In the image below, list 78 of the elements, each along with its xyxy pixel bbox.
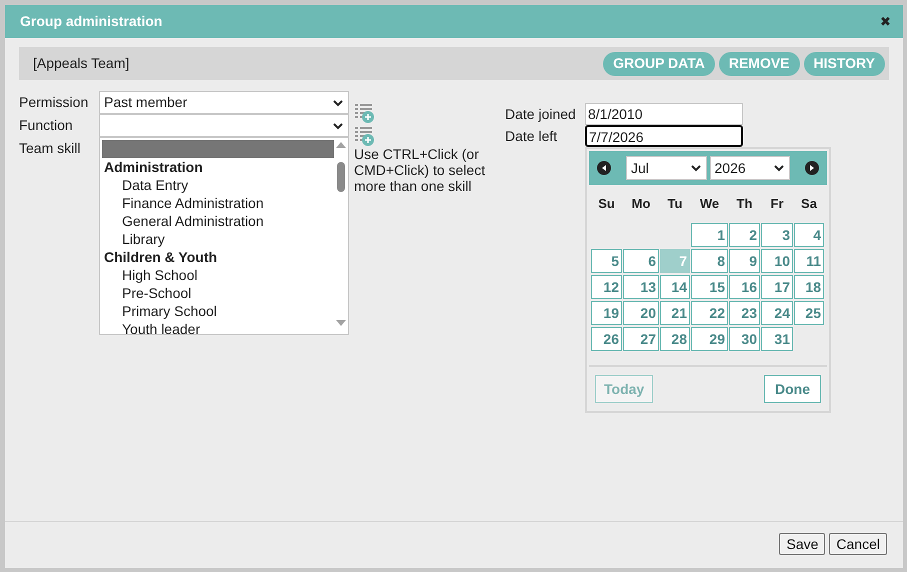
- weekday-label: Su: [597, 195, 616, 214]
- day-cell[interactable]: 14: [660, 275, 690, 299]
- day-cell[interactable]: 11: [794, 249, 824, 273]
- day-cell[interactable]: 27: [623, 327, 659, 351]
- day-cell[interactable]: 3: [761, 223, 793, 247]
- weekday-label: Fr: [770, 195, 784, 214]
- day-cell[interactable]: 9: [729, 249, 760, 273]
- list-option[interactable]: Pre-School: [102, 284, 334, 302]
- day-cell[interactable]: 24: [761, 301, 793, 325]
- window-title: Group administration: [20, 12, 162, 31]
- weekday-label: Sa: [800, 195, 818, 214]
- month-select[interactable]: Jul: [626, 156, 706, 180]
- header-button[interactable]: REMOVE: [718, 52, 800, 76]
- weekday-label: Mo: [630, 195, 652, 214]
- skill-listbox[interactable]: Administration Data Entry Finance Administration General Administration Library Children & Youth High School Pre-School Primary School Youth leader: [99, 137, 349, 335]
- list-option[interactable]: Data Entry: [102, 176, 334, 194]
- select-value: Past member: [103, 93, 188, 112]
- day-cell[interactable]: 5: [591, 249, 622, 273]
- weekday-label: Tu: [666, 195, 684, 214]
- group-name: [Appeals Team]: [33, 54, 130, 73]
- day-cell[interactable]: 6: [623, 249, 659, 273]
- list-option[interactable]: High School: [102, 266, 334, 284]
- day-cell[interactable]: 21: [660, 301, 690, 325]
- day-cell[interactable]: 23: [729, 301, 760, 325]
- day-cell[interactable]: 17: [761, 275, 793, 299]
- day-cell[interactable]: 28: [660, 327, 690, 351]
- year-select[interactable]: 2026: [710, 156, 790, 180]
- add-list-icon: [355, 103, 374, 123]
- field-label: Permission: [19, 93, 90, 112]
- list-option[interactable]: Primary School: [102, 302, 334, 320]
- add-list-icon: [355, 126, 374, 146]
- prev-month-button[interactable]: [597, 161, 611, 175]
- footer-button[interactable]: Cancel: [829, 533, 887, 555]
- option-group-label: Administration: [103, 158, 204, 176]
- previous-icon: [597, 161, 611, 175]
- day-cell[interactable]: 26: [591, 327, 622, 351]
- list-option[interactable]: Library: [102, 230, 334, 248]
- list-option[interactable]: Youth leader: [102, 320, 334, 338]
- close-button[interactable]: ✖: [880, 15, 891, 28]
- select-value: 2026: [714, 158, 746, 178]
- permission-select[interactable]: Past member: [99, 91, 349, 114]
- day-cell[interactable]: 15: [691, 275, 728, 299]
- list-option[interactable]: General Administration: [102, 212, 334, 230]
- day-cell[interactable]: 4: [794, 223, 824, 247]
- select-value: Jul: [630, 158, 649, 178]
- next-icon: [805, 161, 819, 175]
- day-cell[interactable]: 20: [623, 301, 659, 325]
- list-option[interactable]: Finance Administration: [102, 194, 334, 212]
- day-cell[interactable]: 13: [623, 275, 659, 299]
- weekday-label: We: [698, 195, 720, 214]
- day-cell[interactable]: 10: [761, 249, 793, 273]
- day-cell[interactable]: 1: [691, 223, 728, 247]
- day-cell[interactable]: 31: [761, 327, 793, 351]
- day-cell[interactable]: 29: [691, 327, 728, 351]
- header-button[interactable]: HISTORY: [804, 52, 885, 76]
- day-cell[interactable]: 8: [691, 249, 728, 273]
- today-button[interactable]: Today: [595, 375, 654, 403]
- day-cell[interactable]: 18: [794, 275, 824, 299]
- header-button[interactable]: GROUP DATA: [603, 52, 715, 76]
- date-input[interactable]: 7/7/2026: [585, 125, 743, 147]
- hint-text: Use CTRL+Click (or CMD+Click) to select more than one skill: [354, 146, 486, 194]
- day-cell[interactable]: 22: [691, 301, 728, 325]
- day-cell[interactable]: 16: [729, 275, 760, 299]
- field-label: Team skill: [19, 139, 82, 158]
- date-input[interactable]: 8/1/2010: [585, 103, 743, 125]
- footer-button[interactable]: Save: [779, 533, 826, 555]
- field-label: Function: [19, 116, 74, 135]
- field-label: Date joined: [505, 104, 577, 124]
- field-label: Date left: [505, 126, 558, 146]
- option-group-label: Children & Youth: [103, 248, 218, 266]
- weekday-label: Th: [736, 195, 754, 214]
- day-cell[interactable]: 25: [794, 301, 824, 325]
- day-cell[interactable]: 30: [729, 327, 760, 351]
- day-cell[interactable]: 19: [591, 301, 622, 325]
- done-button[interactable]: Done: [764, 375, 821, 403]
- day-cell[interactable]: 2: [729, 223, 760, 247]
- day-cell[interactable]: 12: [591, 275, 622, 299]
- next-month-button[interactable]: [805, 161, 819, 175]
